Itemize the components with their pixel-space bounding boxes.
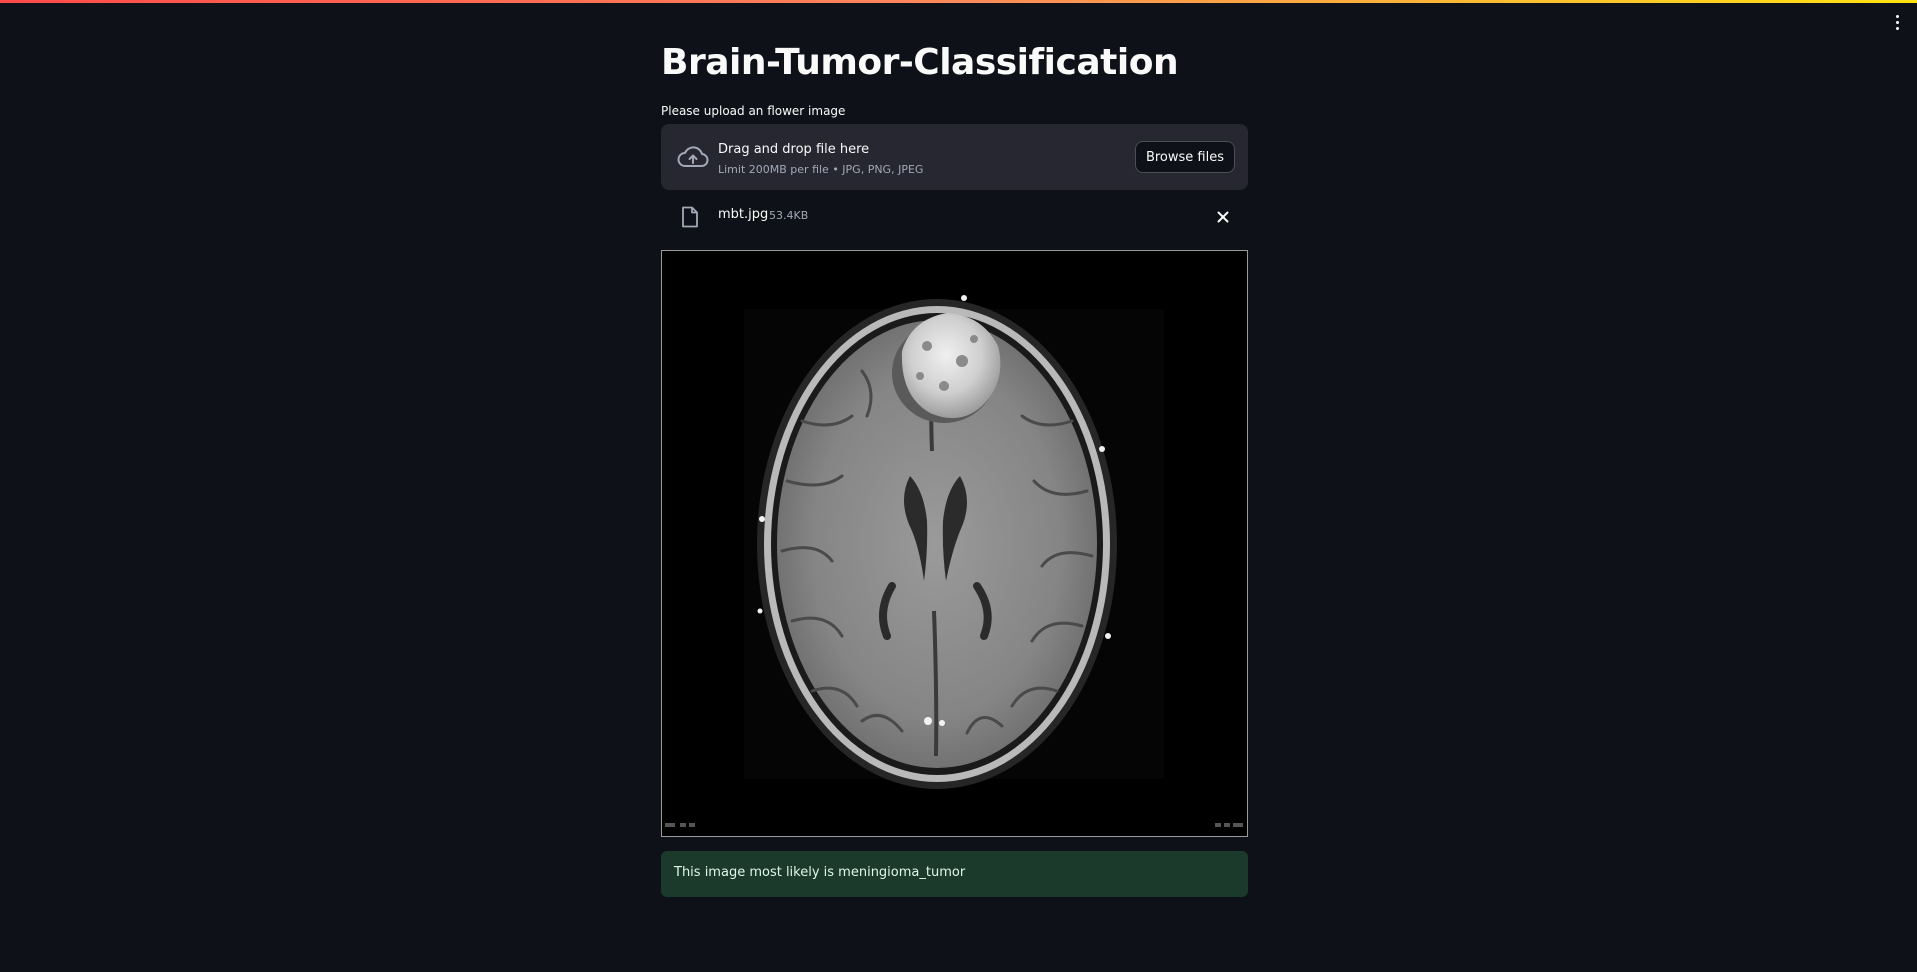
brain-mri-illustration: [662, 251, 1247, 836]
cloud-upload-icon: [677, 146, 709, 167]
page-title: Brain-Tumor-Classification: [661, 42, 1179, 83]
file-dropzone[interactable]: Drag and drop file here Limit 200MB per …: [661, 124, 1248, 190]
uploaded-file-row: mbt.jpg 53.4KB: [661, 200, 1248, 234]
top-decoration-bar: [0, 0, 1917, 3]
prediction-result-text: This image most likely is meningioma_tum…: [674, 865, 966, 880]
dropzone-title: Drag and drop file here: [718, 142, 870, 157]
file-icon: [682, 206, 698, 228]
menu-dot-icon: [1895, 26, 1899, 30]
close-icon[interactable]: [1213, 207, 1233, 227]
main-menu-button[interactable]: [1891, 12, 1903, 32]
file-name: mbt.jpg: [718, 207, 769, 222]
prediction-result: This image most likely is meningioma_tum…: [661, 851, 1248, 897]
mri-scan-image: [661, 250, 1248, 837]
menu-dot-icon: [1895, 20, 1899, 24]
menu-dot-icon: [1895, 14, 1899, 18]
file-size: 53.4KB: [769, 209, 809, 222]
dropzone-limit-text: Limit 200MB per file • JPG, PNG, JPEG: [718, 163, 924, 176]
browse-files-button[interactable]: Browse files: [1134, 141, 1235, 173]
upload-label: Please upload an flower image: [661, 104, 846, 118]
